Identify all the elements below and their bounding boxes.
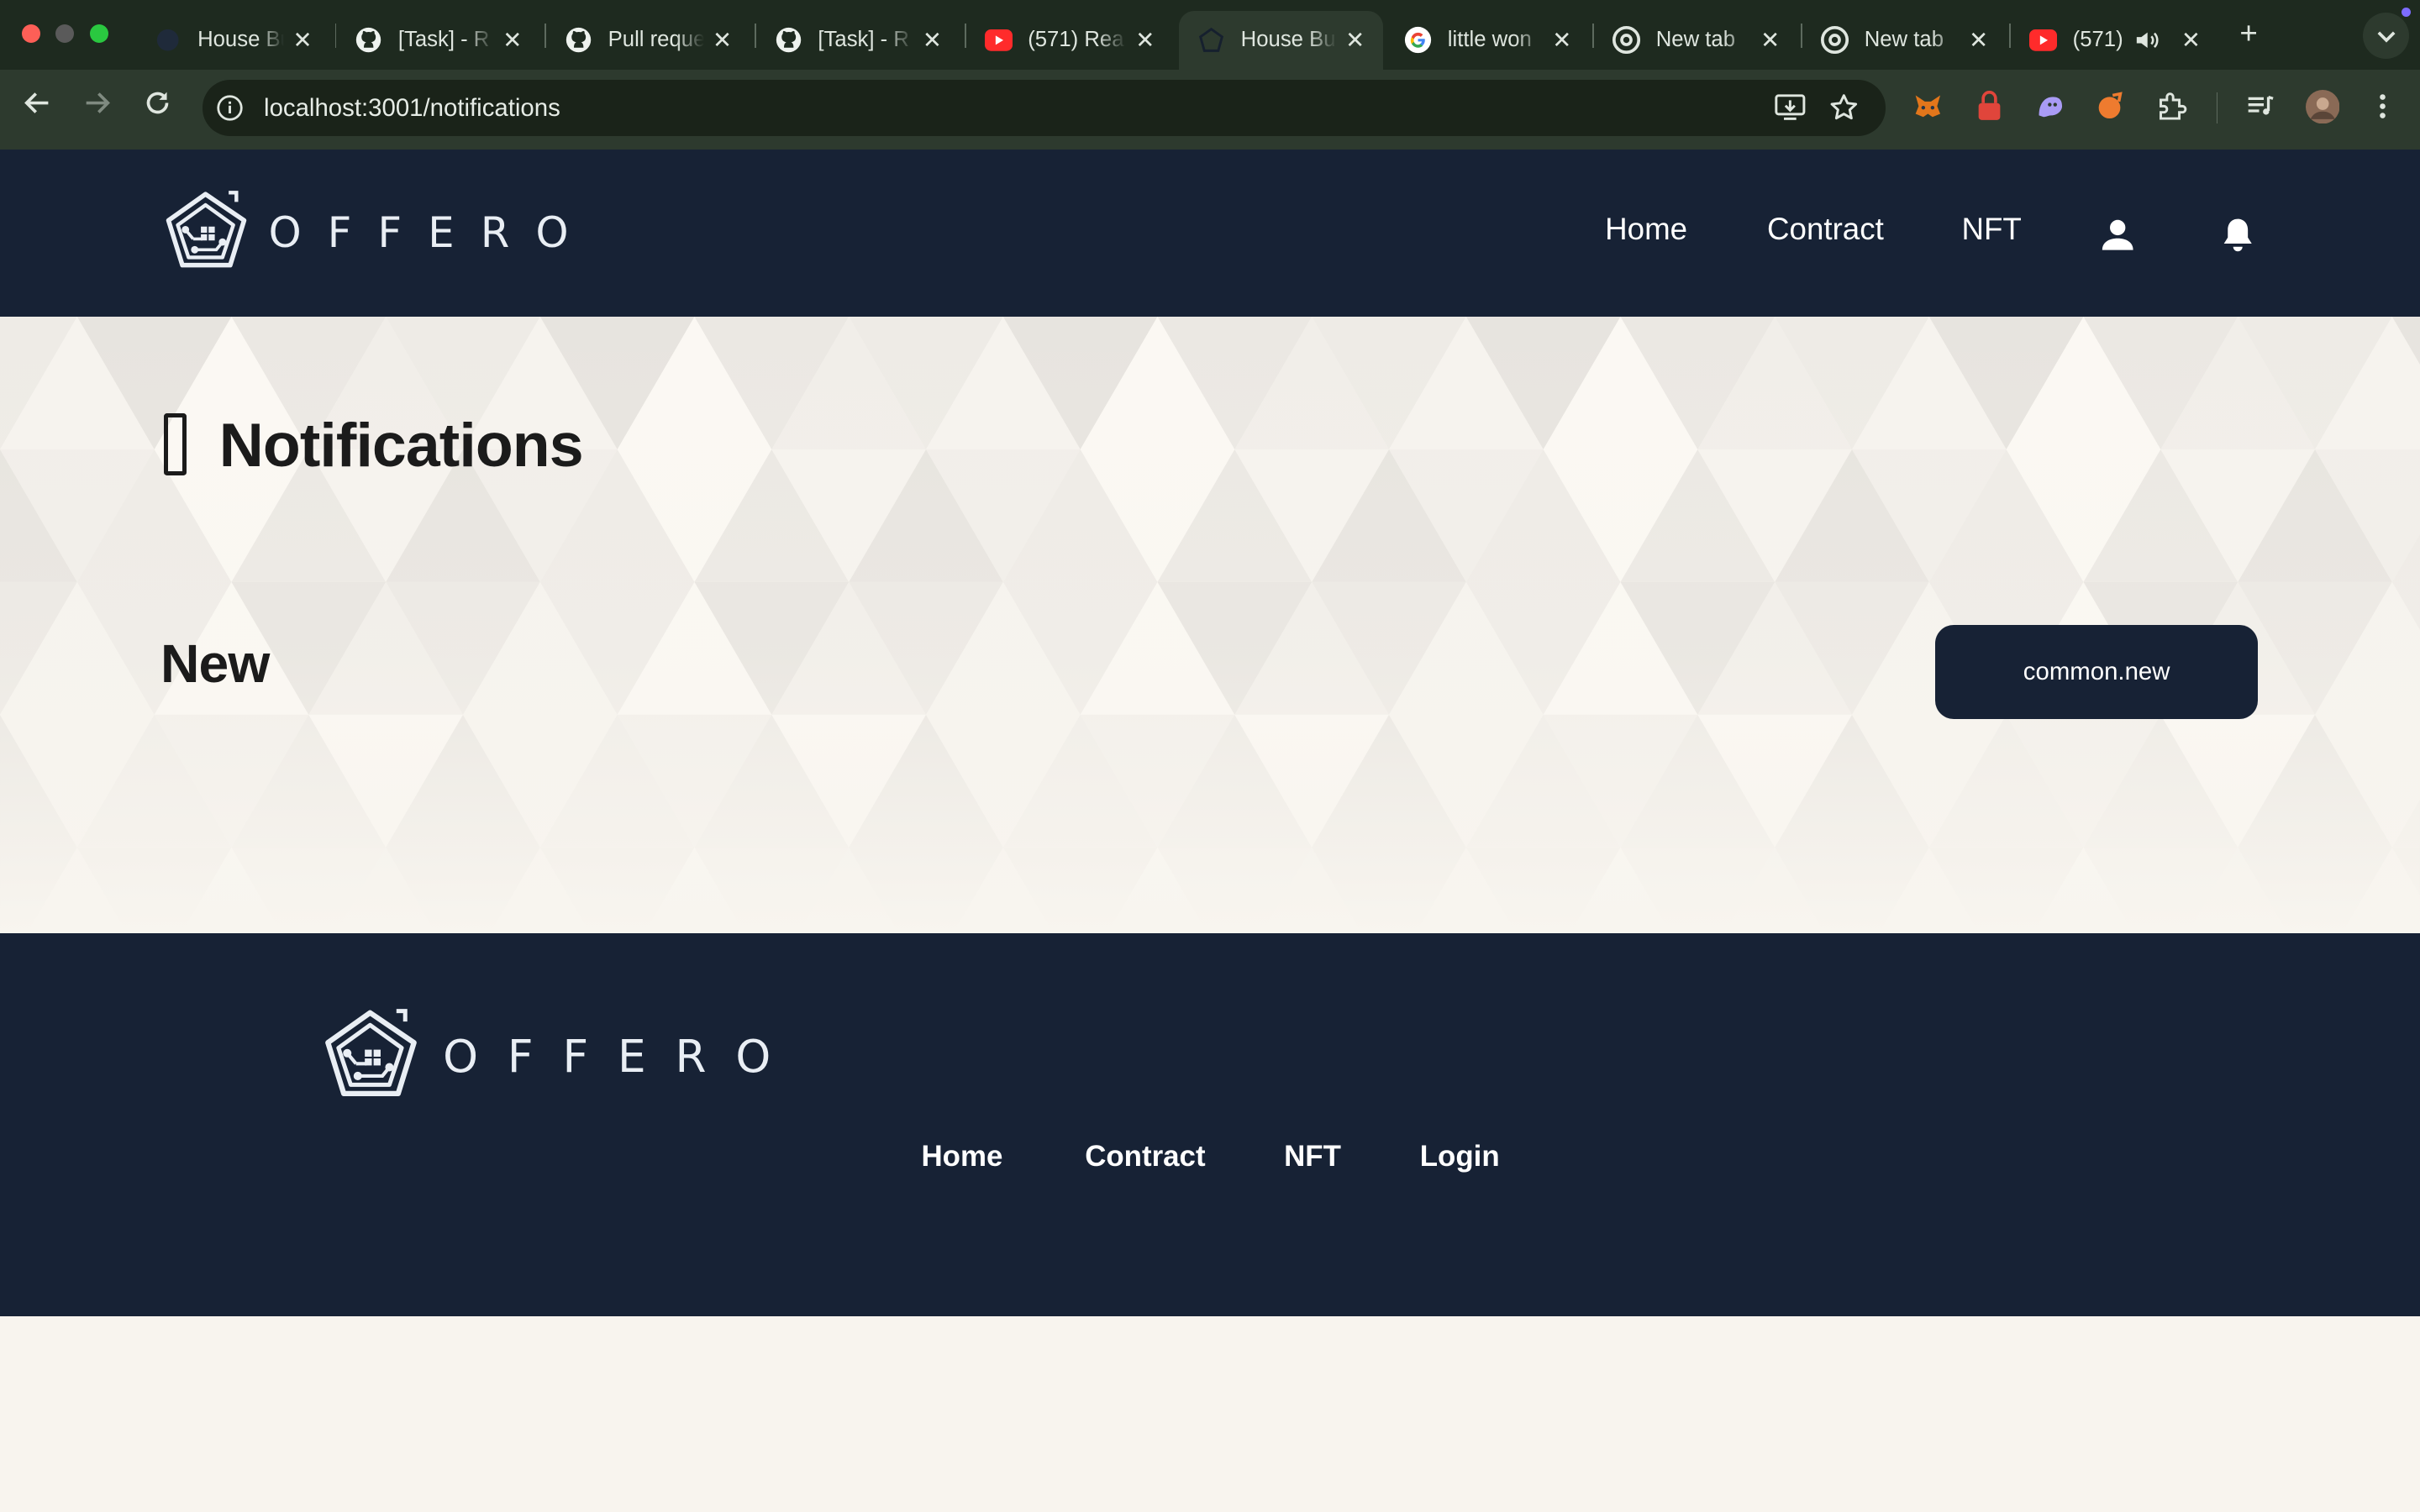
profile-avatar-icon[interactable] — [2306, 89, 2340, 123]
tab-title: [Task] - R — [818, 28, 909, 52]
google-favicon-icon — [1404, 26, 1432, 54]
tab-strip: House Bu ✕ [Task] - R ✕ Pull reque ✕ [Ta… — [0, 0, 2420, 70]
footer-link-home[interactable]: Home — [922, 1140, 1003, 1173]
address-bar[interactable]: localhost:3001/notifications — [202, 80, 1886, 136]
chrome-favicon-icon — [1821, 26, 1849, 55]
browser-tab-active[interactable]: House Bu ✕ — [1179, 10, 1383, 70]
ghost-extension-icon[interactable] — [2033, 90, 2066, 123]
reload-icon — [144, 89, 171, 123]
chevron-down-icon — [2377, 21, 2396, 50]
user-icon[interactable] — [2099, 216, 2136, 253]
close-tab-icon[interactable]: ✕ — [500, 27, 524, 54]
browser-tab[interactable]: (571) Rea ✕ — [966, 11, 1173, 70]
new-tab-button[interactable]: + — [2232, 15, 2265, 52]
close-tab-icon[interactable]: ✕ — [1549, 27, 1574, 54]
metamask-extension-icon[interactable] — [1911, 90, 1944, 123]
arrow-right-icon — [83, 89, 111, 123]
browser-tab[interactable]: [Task] - R ✕ — [756, 11, 960, 70]
site-info-icon[interactable] — [214, 92, 245, 123]
tab-title: Pull reque — [608, 28, 704, 52]
missing-glyph-icon — [163, 413, 187, 475]
browser-tab[interactable]: New tab ✕ — [1594, 11, 1797, 70]
notification-dot — [2401, 8, 2411, 18]
notifications-section: Notifications New common.new — [0, 316, 2420, 934]
arrow-left-icon — [24, 89, 51, 123]
close-tab-icon[interactable]: ✕ — [1343, 27, 1367, 54]
footer-link-nft[interactable]: NFT — [1284, 1140, 1341, 1173]
brand-wordmark: OFFERO — [443, 1031, 801, 1084]
media-controls-icon[interactable] — [2244, 90, 2278, 123]
nav-link-nft[interactable]: NFT — [1961, 212, 2021, 247]
bell-icon[interactable] — [2219, 216, 2256, 253]
browser-tab[interactable]: Pull reque ✕ — [546, 11, 750, 70]
browser-tab[interactable]: [Task] - R ✕ — [336, 11, 539, 70]
audio-playing-icon[interactable] — [2135, 29, 2160, 51]
house-favicon-icon — [155, 26, 182, 54]
footer-link-login[interactable]: Login — [1420, 1140, 1500, 1173]
github-favicon-icon — [355, 26, 382, 54]
footer-logo[interactable]: OFFERO — [323, 1007, 800, 1106]
house-logo-icon — [323, 1004, 424, 1110]
github-favicon-icon — [775, 26, 802, 54]
page-background — [0, 1315, 2420, 1512]
browser-tab[interactable]: House Bu ✕ — [136, 11, 330, 70]
page-title: Notifications — [163, 409, 584, 480]
close-tab-icon[interactable]: ✕ — [1758, 27, 1782, 54]
section-title-new: New — [160, 633, 270, 695]
back-button[interactable] — [18, 88, 55, 125]
tab-title: little won — [1447, 28, 1532, 52]
browser-tab[interactable]: New tab ✕ — [1802, 11, 2006, 70]
close-tab-icon[interactable]: ✕ — [2179, 27, 2203, 54]
minimize-window-button[interactable] — [55, 24, 75, 44]
browser-menu-icon[interactable] — [2366, 90, 2400, 123]
browser-tab[interactable]: (571) ✕ — [2011, 11, 2214, 70]
extensions-puzzle-icon[interactable] — [2154, 90, 2188, 123]
chrome-favicon-icon — [1612, 26, 1641, 55]
brand-wordmark: OFFERO — [268, 208, 595, 258]
tab-title: House Bu — [1240, 28, 1336, 52]
tab-title: House Bu — [197, 28, 284, 52]
github-favicon-icon — [565, 26, 592, 54]
youtube-favicon-icon — [984, 26, 1013, 54]
close-tab-icon[interactable]: ✕ — [1133, 27, 1157, 54]
nav-link-home[interactable]: Home — [1605, 212, 1687, 247]
browser-tab[interactable]: little won ✕ — [1386, 11, 1589, 70]
youtube-favicon-icon — [2029, 26, 2058, 54]
browser-toolbar: localhost:3001/notifications — [0, 69, 2420, 150]
forward-button[interactable] — [79, 88, 116, 125]
site-header: OFFERO Home Contract NFT — [0, 150, 2420, 317]
bookmark-star-icon[interactable] — [1828, 92, 1861, 123]
tab-title: [Task] - R — [397, 28, 490, 52]
close-tab-icon[interactable]: ✕ — [920, 27, 944, 54]
reload-button[interactable] — [139, 88, 176, 125]
install-app-icon[interactable] — [1773, 92, 1807, 123]
browser-window: House Bu ✕ [Task] - R ✕ Pull reque ✕ [Ta… — [0, 0, 2420, 1512]
tab-title: (571) — [2072, 28, 2123, 52]
close-tab-icon[interactable]: ✕ — [1966, 27, 1991, 54]
tab-search-button[interactable] — [2362, 12, 2410, 59]
tab-title: (571) Rea — [1028, 28, 1124, 52]
lock-extension-icon[interactable] — [1972, 90, 2006, 123]
footer-link-contract[interactable]: Contract — [1085, 1140, 1205, 1173]
site-footer: OFFERO Home Contract NFT Login — [0, 933, 2420, 1316]
nav-link-contract[interactable]: Contract — [1767, 212, 1884, 247]
tab-title: New tab — [1864, 28, 1944, 52]
tab-title: New tab — [1655, 28, 1736, 52]
url-text: localhost:3001/notifications — [264, 94, 560, 122]
close-tab-icon[interactable]: ✕ — [710, 27, 734, 54]
close-tab-icon[interactable]: ✕ — [290, 27, 314, 54]
close-window-button[interactable] — [21, 24, 40, 44]
maximize-window-button[interactable] — [89, 24, 108, 44]
page-title-text: Notifications — [218, 409, 584, 480]
new-notification-button[interactable]: common.new — [1935, 624, 2259, 719]
house-logo-icon — [164, 186, 254, 280]
site-logo[interactable]: OFFERO — [164, 190, 595, 276]
orange-extension-icon[interactable] — [2094, 90, 2128, 123]
house-favicon-icon — [1197, 26, 1225, 54]
toolbar-divider — [2216, 92, 2218, 123]
